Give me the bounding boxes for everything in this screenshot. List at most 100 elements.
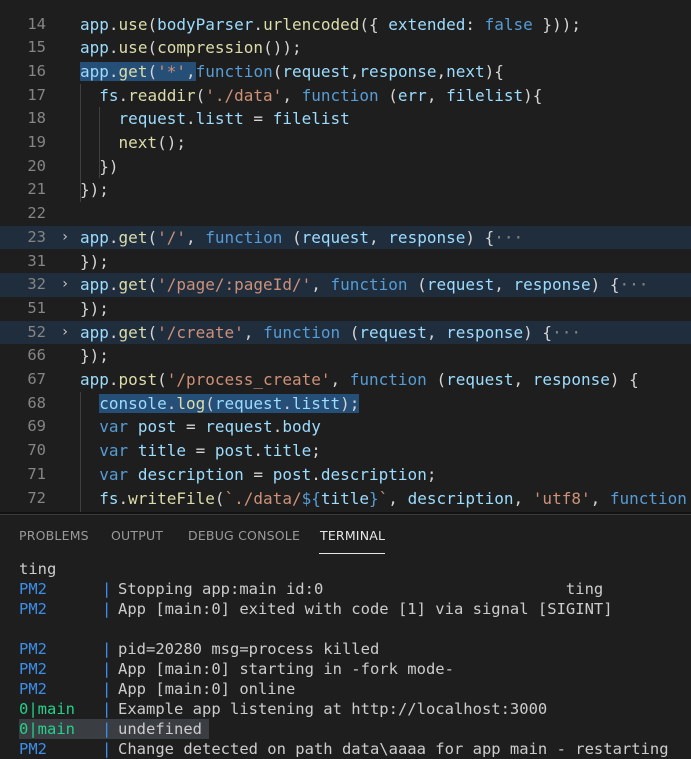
line-number: 20 — [27, 156, 46, 175]
code-token: : — [465, 14, 485, 34]
code-token: '/' — [157, 227, 186, 247]
line-number: 15 — [27, 38, 46, 57]
code-token: ); — [340, 393, 360, 413]
code-line[interactable]: 17 fs.readdir('./data', function (err, f… — [0, 84, 691, 108]
code-line[interactable]: 68 console.log(request.listt); — [0, 392, 691, 416]
line-number: 67 — [27, 370, 46, 388]
code-line[interactable]: 66}); — [0, 344, 691, 368]
code-token: , — [330, 370, 350, 389]
process-prefix: PM2 — [19, 680, 47, 698]
code-token: var — [99, 417, 129, 437]
code-token: , — [388, 488, 408, 508]
code-text: }); — [80, 178, 109, 202]
code-line[interactable]: 19 next(); — [0, 131, 691, 155]
code-text: }); — [80, 250, 109, 274]
folded-ellipsis[interactable]: ··· — [619, 275, 648, 294]
fold-chevron-icon[interactable]: › — [58, 273, 72, 297]
code-token: ( — [147, 61, 158, 81]
code-line[interactable]: 16 app.get('*',function(request,response,… — [0, 60, 691, 84]
code-line[interactable]: 14 app.use(bodyParser.urlencoded({ extend… — [0, 13, 691, 37]
fold-chevron-icon[interactable]: › — [58, 321, 72, 345]
terminal-line: 0|main | Example app listening at http://l… — [0, 699, 691, 719]
code-token: listt — [195, 109, 244, 129]
code-token: ` — [378, 488, 389, 508]
code-token: request — [301, 227, 370, 247]
code-line[interactable]: 69 var post = request.body — [0, 415, 691, 439]
code-line[interactable]: 67 app.post('/process_create', function (… — [0, 368, 691, 392]
code-text: next(); — [80, 131, 186, 155]
code-token: ( — [272, 61, 283, 81]
code-line[interactable]: 22 — [0, 202, 691, 226]
code-token: title — [320, 488, 370, 508]
code-token: ( — [426, 370, 447, 389]
code-token: ( — [214, 488, 225, 508]
code-token: title — [137, 441, 186, 461]
code-token: = — [185, 441, 215, 461]
code-token: . — [108, 322, 119, 342]
folded-ellipsis[interactable]: ··· — [552, 323, 581, 342]
code-token: . — [118, 488, 129, 508]
line-number: 68 — [27, 393, 46, 412]
code-token: , — [426, 85, 447, 105]
code-token: compression — [157, 38, 264, 58]
code-line[interactable]: 21}); — [0, 178, 691, 202]
line-number: 21 — [27, 180, 46, 199]
tab-problems[interactable]: PROBLEMS — [19, 528, 89, 543]
line-number: 16 — [27, 61, 46, 80]
code-line[interactable]: 32 › app.get('/page/:pageId/', function (r… — [0, 273, 691, 297]
code-token: response — [513, 275, 591, 295]
code-token: request — [282, 61, 350, 81]
code-token: extended — [388, 14, 466, 34]
code-line[interactable]: 71 var description = post.description; — [0, 463, 691, 487]
terminal-message: Example app listening at http://localhos… — [118, 700, 548, 718]
separator-bar: | — [102, 720, 112, 738]
code-token: })); — [532, 14, 581, 34]
code-token: title — [263, 441, 312, 461]
code-line[interactable]: 52 › app.get('/create', function (request,… — [0, 320, 691, 345]
tab-debug-console[interactable]: DEBUG CONSOLE — [188, 528, 300, 543]
code-token: , — [513, 370, 533, 389]
code-token: , — [349, 61, 360, 81]
code-text: request.listt = filelist — [80, 107, 350, 131]
code-token: description — [407, 488, 514, 508]
code-text: var description = post.description; — [80, 463, 436, 487]
code-token: request — [426, 275, 495, 295]
tab-output[interactable]: OUTPUT — [111, 528, 163, 543]
terminal-line: ting — [0, 559, 691, 579]
code-token: filelist — [446, 85, 524, 105]
code-token: err — [397, 85, 427, 105]
code-text: fs.readdir('./data', function (err, file… — [80, 84, 542, 108]
code-line[interactable]: 20 }) — [0, 155, 691, 179]
fold-chevron-icon[interactable]: › — [58, 226, 72, 250]
process-prefix: PM2 — [19, 640, 47, 658]
code-token: '/page/:pageId/' — [157, 275, 312, 295]
code-line[interactable]: 72 fs.writeFile(`./data/${title}`, descr… — [0, 487, 691, 511]
code-text: app.get('/create', function (request, re… — [80, 321, 581, 345]
code-line[interactable]: 51}); — [0, 297, 691, 321]
line-number: 14 — [27, 14, 46, 33]
code-token: ({ — [359, 14, 389, 34]
line-number: 23 — [27, 227, 46, 246]
code-line[interactable]: 31}); — [0, 250, 691, 274]
code-line[interactable]: 70 var title = post.title; — [0, 439, 691, 463]
process-prefix: PM2 — [19, 740, 47, 758]
code-token: post — [214, 441, 254, 461]
line-number: 22 — [27, 204, 46, 223]
code-token: response — [532, 370, 610, 389]
code-token: use — [118, 38, 148, 58]
code-line[interactable]: 23 › app.get('/', function (request, respo… — [0, 225, 691, 250]
code-text: }); — [80, 297, 109, 321]
code-line[interactable]: 18 request.listt = filelist — [0, 107, 691, 131]
code-token: var — [99, 441, 129, 461]
tab-terminal[interactable]: TERMINAL — [320, 528, 385, 543]
code-token: function — [263, 322, 341, 342]
line-number: 66 — [27, 346, 46, 365]
code-line[interactable]: 15 app.use(compression()); — [0, 36, 691, 60]
code-token: ( — [378, 85, 398, 105]
folded-ellipsis[interactable]: ··· — [494, 228, 523, 247]
code-editor[interactable]: 14 app.use(bodyParser.urlencoded({ extend… — [0, 0, 691, 512]
